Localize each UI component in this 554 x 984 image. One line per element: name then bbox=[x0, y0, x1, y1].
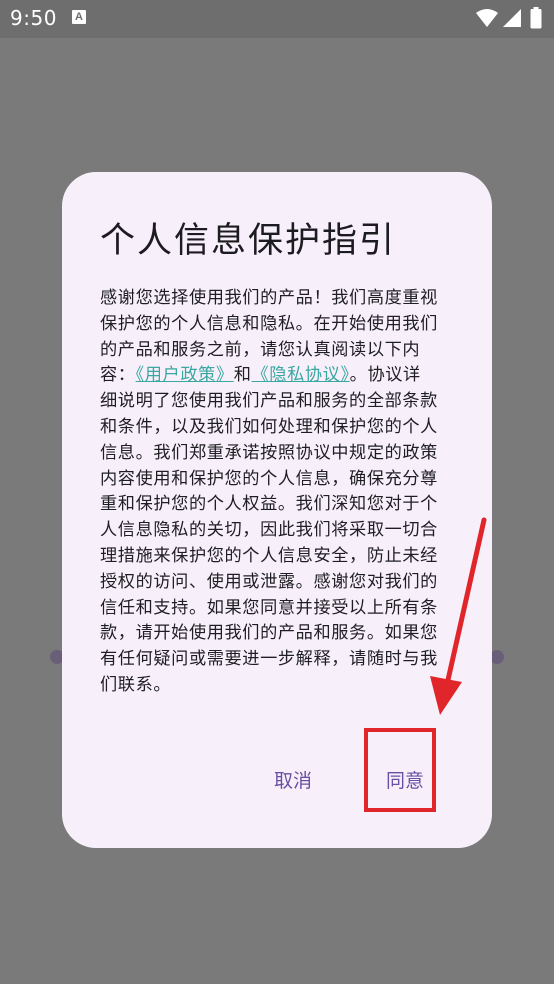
signal-icon bbox=[503, 9, 521, 27]
dialog-body: 感谢您选择使用我们的产品！我们高度重视保护您的个人信息和隐私。在开始使用我们的产… bbox=[100, 286, 438, 699]
notification-icon: A bbox=[72, 10, 86, 24]
arrow-annotation bbox=[430, 517, 487, 715]
status-time: 9:50 bbox=[10, 6, 57, 30]
wifi-icon bbox=[476, 9, 498, 27]
highlight-box bbox=[364, 728, 436, 812]
user-policy-link[interactable]: 《用户政策》 bbox=[136, 365, 234, 385]
privacy-agreement-link[interactable]: 《隐私协议》 bbox=[252, 365, 350, 385]
dialog-title: 个人信息保护指引 bbox=[100, 221, 397, 261]
cancel-button[interactable]: 取消 bbox=[268, 762, 318, 797]
body-connector: 和 bbox=[233, 365, 252, 386]
battery-icon bbox=[530, 7, 542, 29]
status-bar: 9:50 A bbox=[0, 0, 554, 38]
body-text-part2: 。协议详细说明了您使用我们产品和服务的全部条款和条件，以及我们如何处理和保护您的… bbox=[100, 365, 438, 695]
